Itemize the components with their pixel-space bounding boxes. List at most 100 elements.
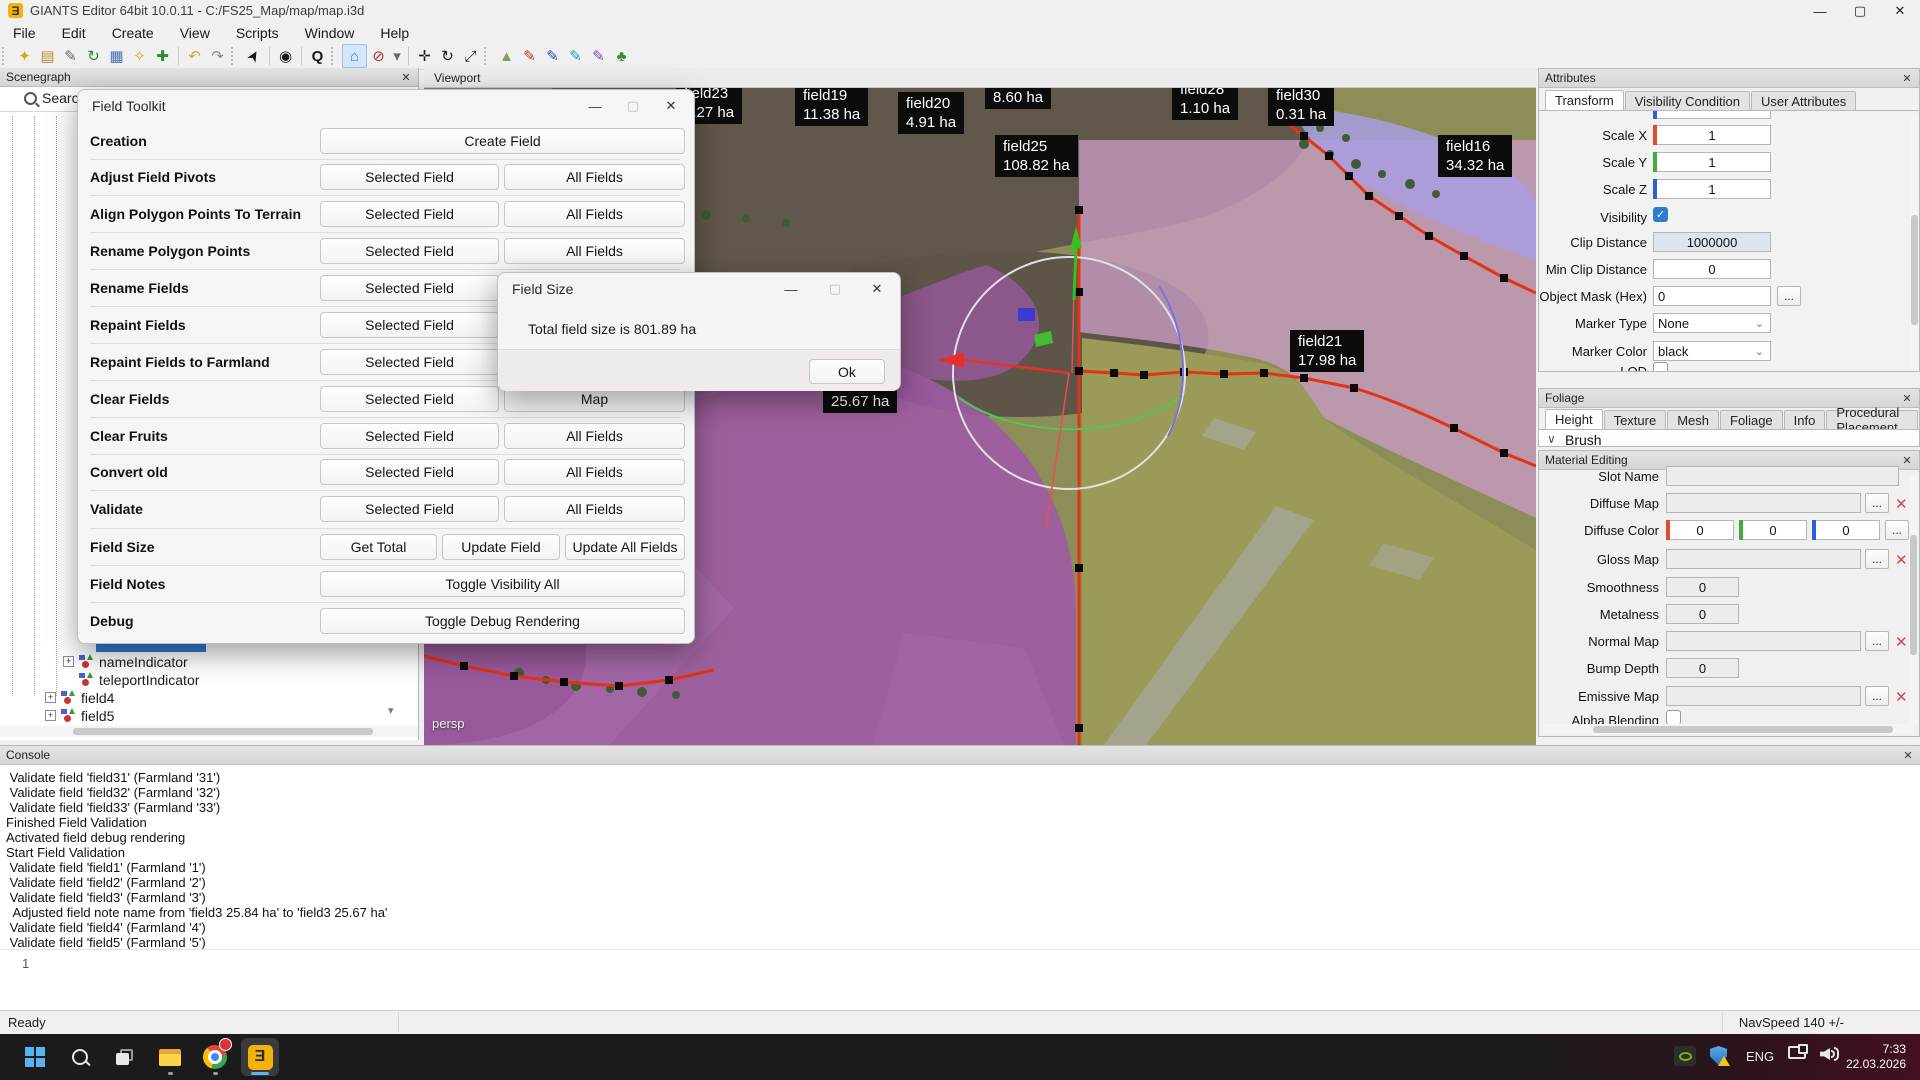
- object-mask-browse-button[interactable]: ...: [1777, 286, 1801, 306]
- diffuse-color-picker-button[interactable]: ...: [1885, 520, 1909, 540]
- ok-button[interactable]: Ok: [809, 359, 885, 384]
- material-hscrollbar[interactable]: [1543, 724, 1913, 735]
- field-size-update-all-button[interactable]: Update All Fields: [565, 534, 685, 560]
- scale-z-field[interactable]: 1: [1653, 179, 1771, 199]
- window-minimize-button[interactable]: —: [1800, 0, 1840, 22]
- menu-edit[interactable]: Edit: [49, 25, 99, 41]
- expand-icon[interactable]: +: [45, 710, 56, 721]
- normal-map-clear-icon[interactable]: ✕: [1895, 633, 1908, 651]
- scroll-down-icon[interactable]: ▾: [388, 704, 394, 717]
- emissive-map-field[interactable]: [1666, 686, 1861, 706]
- camera-home-icon[interactable]: ⌂: [342, 44, 367, 68]
- toggle-visibility-all-button[interactable]: Toggle Visibility All: [320, 571, 685, 597]
- menu-file[interactable]: File: [0, 25, 49, 41]
- menu-view[interactable]: View: [167, 25, 223, 41]
- bump-depth-field[interactable]: 0: [1666, 658, 1739, 678]
- scenegraph-hscrollbar[interactable]: [0, 726, 418, 737]
- volume-tray-icon[interactable]: [1820, 1046, 1840, 1062]
- validate-all-button[interactable]: All Fields: [504, 496, 685, 522]
- object-mask-field[interactable]: 0: [1653, 286, 1771, 306]
- terrain-paint-red-icon[interactable]: ✎: [518, 45, 541, 67]
- terrain-sculpt-icon[interactable]: ▲: [495, 45, 518, 67]
- selected-tree-item-partial[interactable]: [96, 644, 206, 652]
- align-points-all-button[interactable]: All Fields: [504, 201, 685, 227]
- smoothness-field[interactable]: 0: [1666, 577, 1739, 597]
- marker-type-dropdown[interactable]: None ⌄: [1653, 313, 1771, 333]
- language-indicator[interactable]: ENG: [1746, 1049, 1774, 1064]
- expand-icon[interactable]: +: [45, 692, 56, 703]
- menu-scripts[interactable]: Scripts: [223, 25, 292, 41]
- nvidia-tray-icon[interactable]: [1674, 1046, 1696, 1066]
- clear-fields-selected-button[interactable]: Selected Field: [320, 386, 499, 412]
- window-close-button[interactable]: ✕: [1880, 0, 1920, 22]
- rotate-tool-icon[interactable]: ↻: [436, 45, 459, 67]
- redo-icon[interactable]: ↷: [206, 45, 229, 67]
- attributes-scrollbar[interactable]: [1910, 115, 1919, 370]
- diffuse-color-r-field[interactable]: 0: [1666, 520, 1734, 540]
- gloss-map-clear-icon[interactable]: ✕: [1895, 551, 1908, 569]
- emissive-map-browse-button[interactable]: ...: [1865, 686, 1889, 706]
- attributes-close-icon[interactable]: ✕: [1899, 69, 1915, 88]
- scale-tool-icon[interactable]: ⤢: [459, 45, 482, 67]
- security-tray-icon[interactable]: [1710, 1046, 1727, 1065]
- zoom-tool-icon[interactable]: Q: [306, 45, 329, 67]
- material-editing-close-icon[interactable]: ✕: [1899, 451, 1915, 470]
- convert-old-selected-button[interactable]: Selected Field: [320, 459, 499, 485]
- translate-tool-icon[interactable]: ✛: [413, 45, 436, 67]
- convert-old-all-button[interactable]: All Fields: [504, 459, 685, 485]
- diffuse-color-b-field[interactable]: 0: [1812, 520, 1880, 540]
- viewport-tab[interactable]: Viewport: [424, 68, 1536, 88]
- menu-create[interactable]: Create: [99, 25, 167, 41]
- chrome-button[interactable]: [196, 1038, 234, 1076]
- diffuse-map-browse-button[interactable]: ...: [1865, 493, 1889, 513]
- taskbar-clock[interactable]: 7:33 22.03.2026: [1846, 1042, 1906, 1072]
- tab-texture[interactable]: Texture: [1604, 410, 1667, 429]
- rotate-z-field-partial[interactable]: [1653, 110, 1771, 119]
- start-button[interactable]: [16, 1038, 54, 1076]
- terrain-paint-purple-icon[interactable]: ✎: [587, 45, 610, 67]
- select-tool-icon[interactable]: ➤: [238, 41, 269, 72]
- tab-info[interactable]: Info: [1784, 410, 1826, 429]
- dialog-close-icon[interactable]: ✕: [862, 279, 892, 299]
- console-script-input[interactable]: 1: [0, 949, 1920, 1012]
- terrain-paint-blue-icon[interactable]: ✎: [541, 45, 564, 67]
- window-maximize-button[interactable]: ▢: [1840, 0, 1880, 22]
- repaint-fields-selected-button[interactable]: Selected Field: [320, 312, 499, 338]
- material-scrollbar[interactable]: [1909, 475, 1918, 725]
- marker-color-dropdown[interactable]: black ⌄: [1653, 341, 1771, 361]
- tree-item-field5[interactable]: + field5: [45, 707, 114, 724]
- add-object-icon[interactable]: ✚: [151, 45, 174, 67]
- align-points-selected-button[interactable]: Selected Field: [320, 201, 499, 227]
- export-icon[interactable]: ✧: [128, 45, 151, 67]
- tab-visibility-condition[interactable]: Visibility Condition: [1625, 91, 1750, 110]
- dialog-close-icon[interactable]: ✕: [656, 96, 686, 116]
- dialog-maximize-icon[interactable]: ▢: [820, 279, 850, 299]
- normal-map-browse-button[interactable]: ...: [1865, 631, 1889, 651]
- tree-item-nameindicator[interactable]: + nameIndicator: [63, 653, 188, 670]
- edit-notes-icon[interactable]: ✎: [59, 45, 82, 67]
- foliage-paint-icon[interactable]: ♣: [610, 45, 633, 67]
- rename-fields-selected-button[interactable]: Selected Field: [320, 275, 499, 301]
- toggle-debug-rendering-button[interactable]: Toggle Debug Rendering: [320, 608, 685, 634]
- camera-dropdown-icon[interactable]: ▾: [390, 45, 404, 67]
- metalness-field[interactable]: 0: [1666, 604, 1739, 624]
- camera-disable-icon[interactable]: ⊘: [367, 45, 390, 67]
- field-size-get-total-button[interactable]: Get Total: [320, 534, 437, 560]
- diffuse-color-g-field[interactable]: 0: [1739, 520, 1807, 540]
- create-field-button[interactable]: Create Field: [320, 128, 685, 154]
- task-view-button[interactable]: [106, 1038, 144, 1076]
- clear-fruits-selected-button[interactable]: Selected Field: [320, 423, 499, 449]
- console-close-icon[interactable]: ✕: [1900, 746, 1916, 765]
- validate-selected-button[interactable]: Selected Field: [320, 496, 499, 522]
- dialog-maximize-icon[interactable]: ▢: [618, 96, 648, 116]
- taskbar-search-button[interactable]: [61, 1038, 99, 1076]
- expand-icon[interactable]: +: [63, 656, 74, 667]
- reload-icon[interactable]: ↻: [82, 45, 105, 67]
- tree-item-field4[interactable]: + field4: [45, 689, 114, 706]
- scale-x-field[interactable]: 1: [1653, 125, 1771, 145]
- tab-mesh[interactable]: Mesh: [1667, 410, 1719, 429]
- scenegraph-close-icon[interactable]: ✕: [398, 68, 414, 87]
- visibility-tool-icon[interactable]: ◉: [274, 45, 297, 67]
- lod-checkbox[interactable]: [1653, 362, 1668, 372]
- clip-distance-field[interactable]: 1000000: [1653, 232, 1771, 252]
